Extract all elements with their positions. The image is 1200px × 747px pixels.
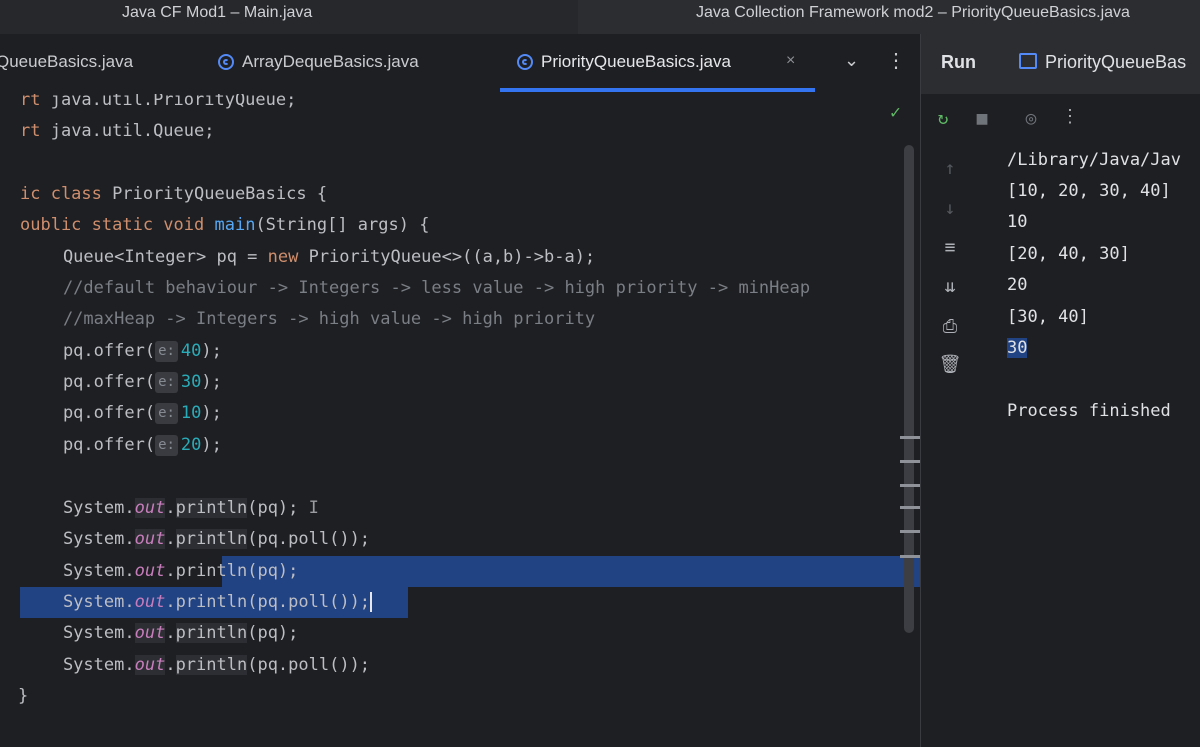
console-line: [30, 40]: [1007, 307, 1089, 327]
code-line: System.out.println(pq); I: [22, 498, 319, 518]
stop-icon[interactable]: ■: [970, 108, 994, 129]
code-line: pq.offer(e: 20);: [22, 435, 222, 456]
scroll-marker: [900, 506, 922, 509]
console-line: /Library/Java/Jav: [1007, 150, 1181, 170]
run-config-tab[interactable]: PriorityQueueBas: [1019, 52, 1186, 73]
title-bar: Java CF Mod1 – Main.java Java Collection…: [0, 0, 1200, 34]
console-line: [20, 40, 30]: [1007, 244, 1130, 264]
more-vertical-icon[interactable]: ⋮: [1058, 106, 1082, 127]
code-comment: //maxHeap -> Integers -> high value -> h…: [22, 309, 596, 329]
class-icon: [218, 54, 234, 70]
scroll-marker: [900, 436, 922, 439]
code-line: System.out.println(pq.poll());: [22, 655, 371, 675]
arrow-up-icon[interactable]: ↑: [938, 158, 962, 179]
scroll-marker: [900, 460, 922, 463]
code-line-selected: System.out.println(pq);: [22, 561, 299, 581]
param-hint: e:: [155, 372, 178, 393]
window-icon: [1019, 53, 1037, 69]
code-line: }: [18, 686, 29, 706]
window-title-right: Java Collection Framework mod2 – Priorit…: [696, 4, 1130, 21]
tab-label: ArrayDequeBasics.java: [242, 52, 419, 71]
trash-icon[interactable]: 🗑: [938, 354, 962, 375]
console-line: 20: [1007, 275, 1028, 295]
code-line: System.out.println(pq);: [22, 623, 299, 643]
code-line: pq.offer(e: 30);: [22, 372, 222, 393]
scroll-marker: [900, 484, 922, 487]
console-line-selected: 30: [1007, 338, 1028, 358]
rerun-icon[interactable]: ↻: [931, 108, 955, 129]
param-hint: e:: [155, 435, 178, 456]
code-line-selected: System.out.println(pq.poll());: [22, 592, 373, 612]
code-line: rt java.util.PriorityQueue;: [20, 94, 297, 110]
tab-close-icon[interactable]: ×: [786, 52, 795, 70]
tab-priority-queue-basics[interactable]: PriorityQueueBasics.java: [517, 52, 731, 72]
chevron-down-icon[interactable]: ⌄: [844, 50, 859, 71]
camera-icon[interactable]: ◎: [1019, 108, 1043, 129]
console-line: [10, 20, 30, 40]: [1007, 181, 1171, 201]
tab-label: PriorityQueueBasics.java: [541, 52, 731, 71]
run-panel: Run PriorityQueueBas ↻ ■ ◎ ⋮ ↑ ↓ ≡ ⇊ ⎙ 🗑…: [920, 34, 1200, 747]
code-line: pq.offer(e: 10);: [22, 403, 222, 424]
code-line: ic class PriorityQueueBasics {: [20, 184, 328, 204]
code-editor[interactable]: rt java.util.PriorityQueue; rt java.util…: [0, 94, 920, 747]
param-hint: e:: [155, 403, 178, 424]
code-line: oublic static void main(String[] args) {: [20, 215, 430, 235]
soft-wrap-icon[interactable]: ≡: [938, 237, 962, 258]
tab-label: QueueBasics.java: [0, 52, 134, 71]
code-line: pq.offer(e: 40);: [22, 341, 222, 362]
more-vertical-icon[interactable]: ⋮: [886, 48, 906, 73]
param-hint: e:: [155, 341, 178, 362]
run-panel-title: Run: [941, 52, 976, 72]
tab-queue-basics[interactable]: QueueBasics.java: [0, 52, 133, 72]
active-tab-indicator: [500, 88, 815, 92]
console-line: Process finished: [1007, 401, 1171, 421]
run-config-tab-label: PriorityQueueBas: [1045, 52, 1187, 72]
class-icon: [517, 54, 533, 70]
run-panel-header: Run PriorityQueueBas: [921, 34, 1200, 94]
tab-array-deque-basics[interactable]: ArrayDequeBasics.java: [218, 52, 419, 72]
code-line: System.out.println(pq.poll());: [22, 529, 371, 549]
code-line: Queue<Integer> pq = new PriorityQueue<>(…: [22, 247, 596, 267]
print-icon[interactable]: ⎙: [938, 316, 962, 337]
code-comment: //default behaviour -> Integers -> less …: [22, 278, 811, 298]
scroll-marker: [900, 530, 922, 533]
editor-scrollbar[interactable]: [904, 145, 914, 633]
code-line: rt java.util.Queue;: [20, 121, 215, 141]
inspection-ok-icon[interactable]: ✓: [890, 102, 901, 123]
scroll-marker: [900, 555, 922, 558]
editor-tab-bar: QueueBasics.java ArrayDequeBasics.java P…: [0, 34, 920, 94]
scroll-to-end-icon[interactable]: ⇊: [938, 276, 962, 297]
console-line: 10: [1007, 212, 1028, 232]
arrow-down-icon[interactable]: ↓: [938, 198, 962, 219]
window-title-left: Java CF Mod1 – Main.java: [122, 4, 313, 21]
